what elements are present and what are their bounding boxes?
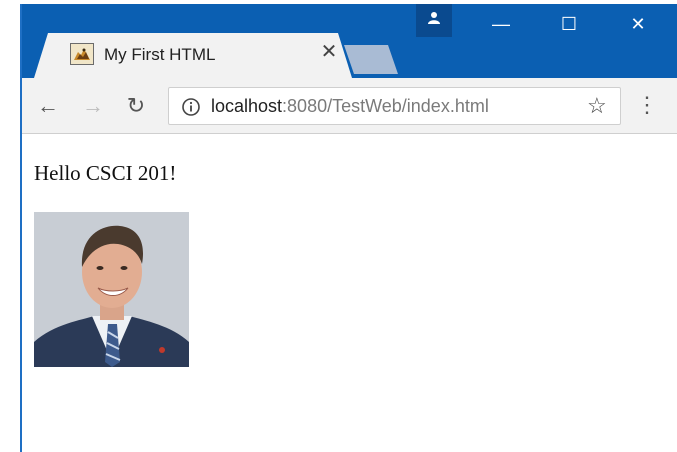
new-tab-button[interactable] <box>344 45 398 74</box>
kebab-menu-icon[interactable]: ⋮ <box>634 90 660 122</box>
reload-icon[interactable]: ↻ <box>120 90 152 122</box>
maximize-icon[interactable]: ☐ <box>546 4 592 44</box>
minimize-icon[interactable]: — <box>478 4 524 44</box>
url-host: localhost <box>211 96 283 116</box>
window-close-icon[interactable]: ✕ <box>615 4 661 44</box>
close-icon[interactable]: ✕ <box>318 41 340 63</box>
page-content: Hello CSCI 201! <box>22 135 677 452</box>
star-icon[interactable]: ☆ <box>587 93 607 119</box>
forward-arrow-icon[interactable]: → <box>77 90 109 122</box>
url-path: :8080/TestWeb/index.html <box>282 96 489 116</box>
back-arrow-icon[interactable]: ← <box>32 90 64 122</box>
portrait-photo <box>34 212 189 367</box>
tab-title: My First HTML <box>104 45 216 64</box>
address-bar[interactable]: localhost:8080/TestWeb/index.html ☆ <box>168 87 621 125</box>
title-bar: My First HTML ✕ — ☐ ✕ <box>22 4 677 78</box>
info-icon[interactable] <box>181 97 201 117</box>
url-text: localhost:8080/TestWeb/index.html <box>211 96 489 117</box>
page-greeting: Hello CSCI 201! <box>34 161 177 185</box>
profile-icon[interactable] <box>416 4 452 37</box>
browser-window: My First HTML ✕ — ☐ ✕ ← → ↻ localhost:80… <box>20 4 677 452</box>
browser-toolbar: ← → ↻ localhost:8080/TestWeb/index.html … <box>22 78 677 134</box>
cat-favicon-icon <box>70 43 94 65</box>
tab-my-first-html[interactable]: My First HTML ✕ <box>34 33 352 78</box>
